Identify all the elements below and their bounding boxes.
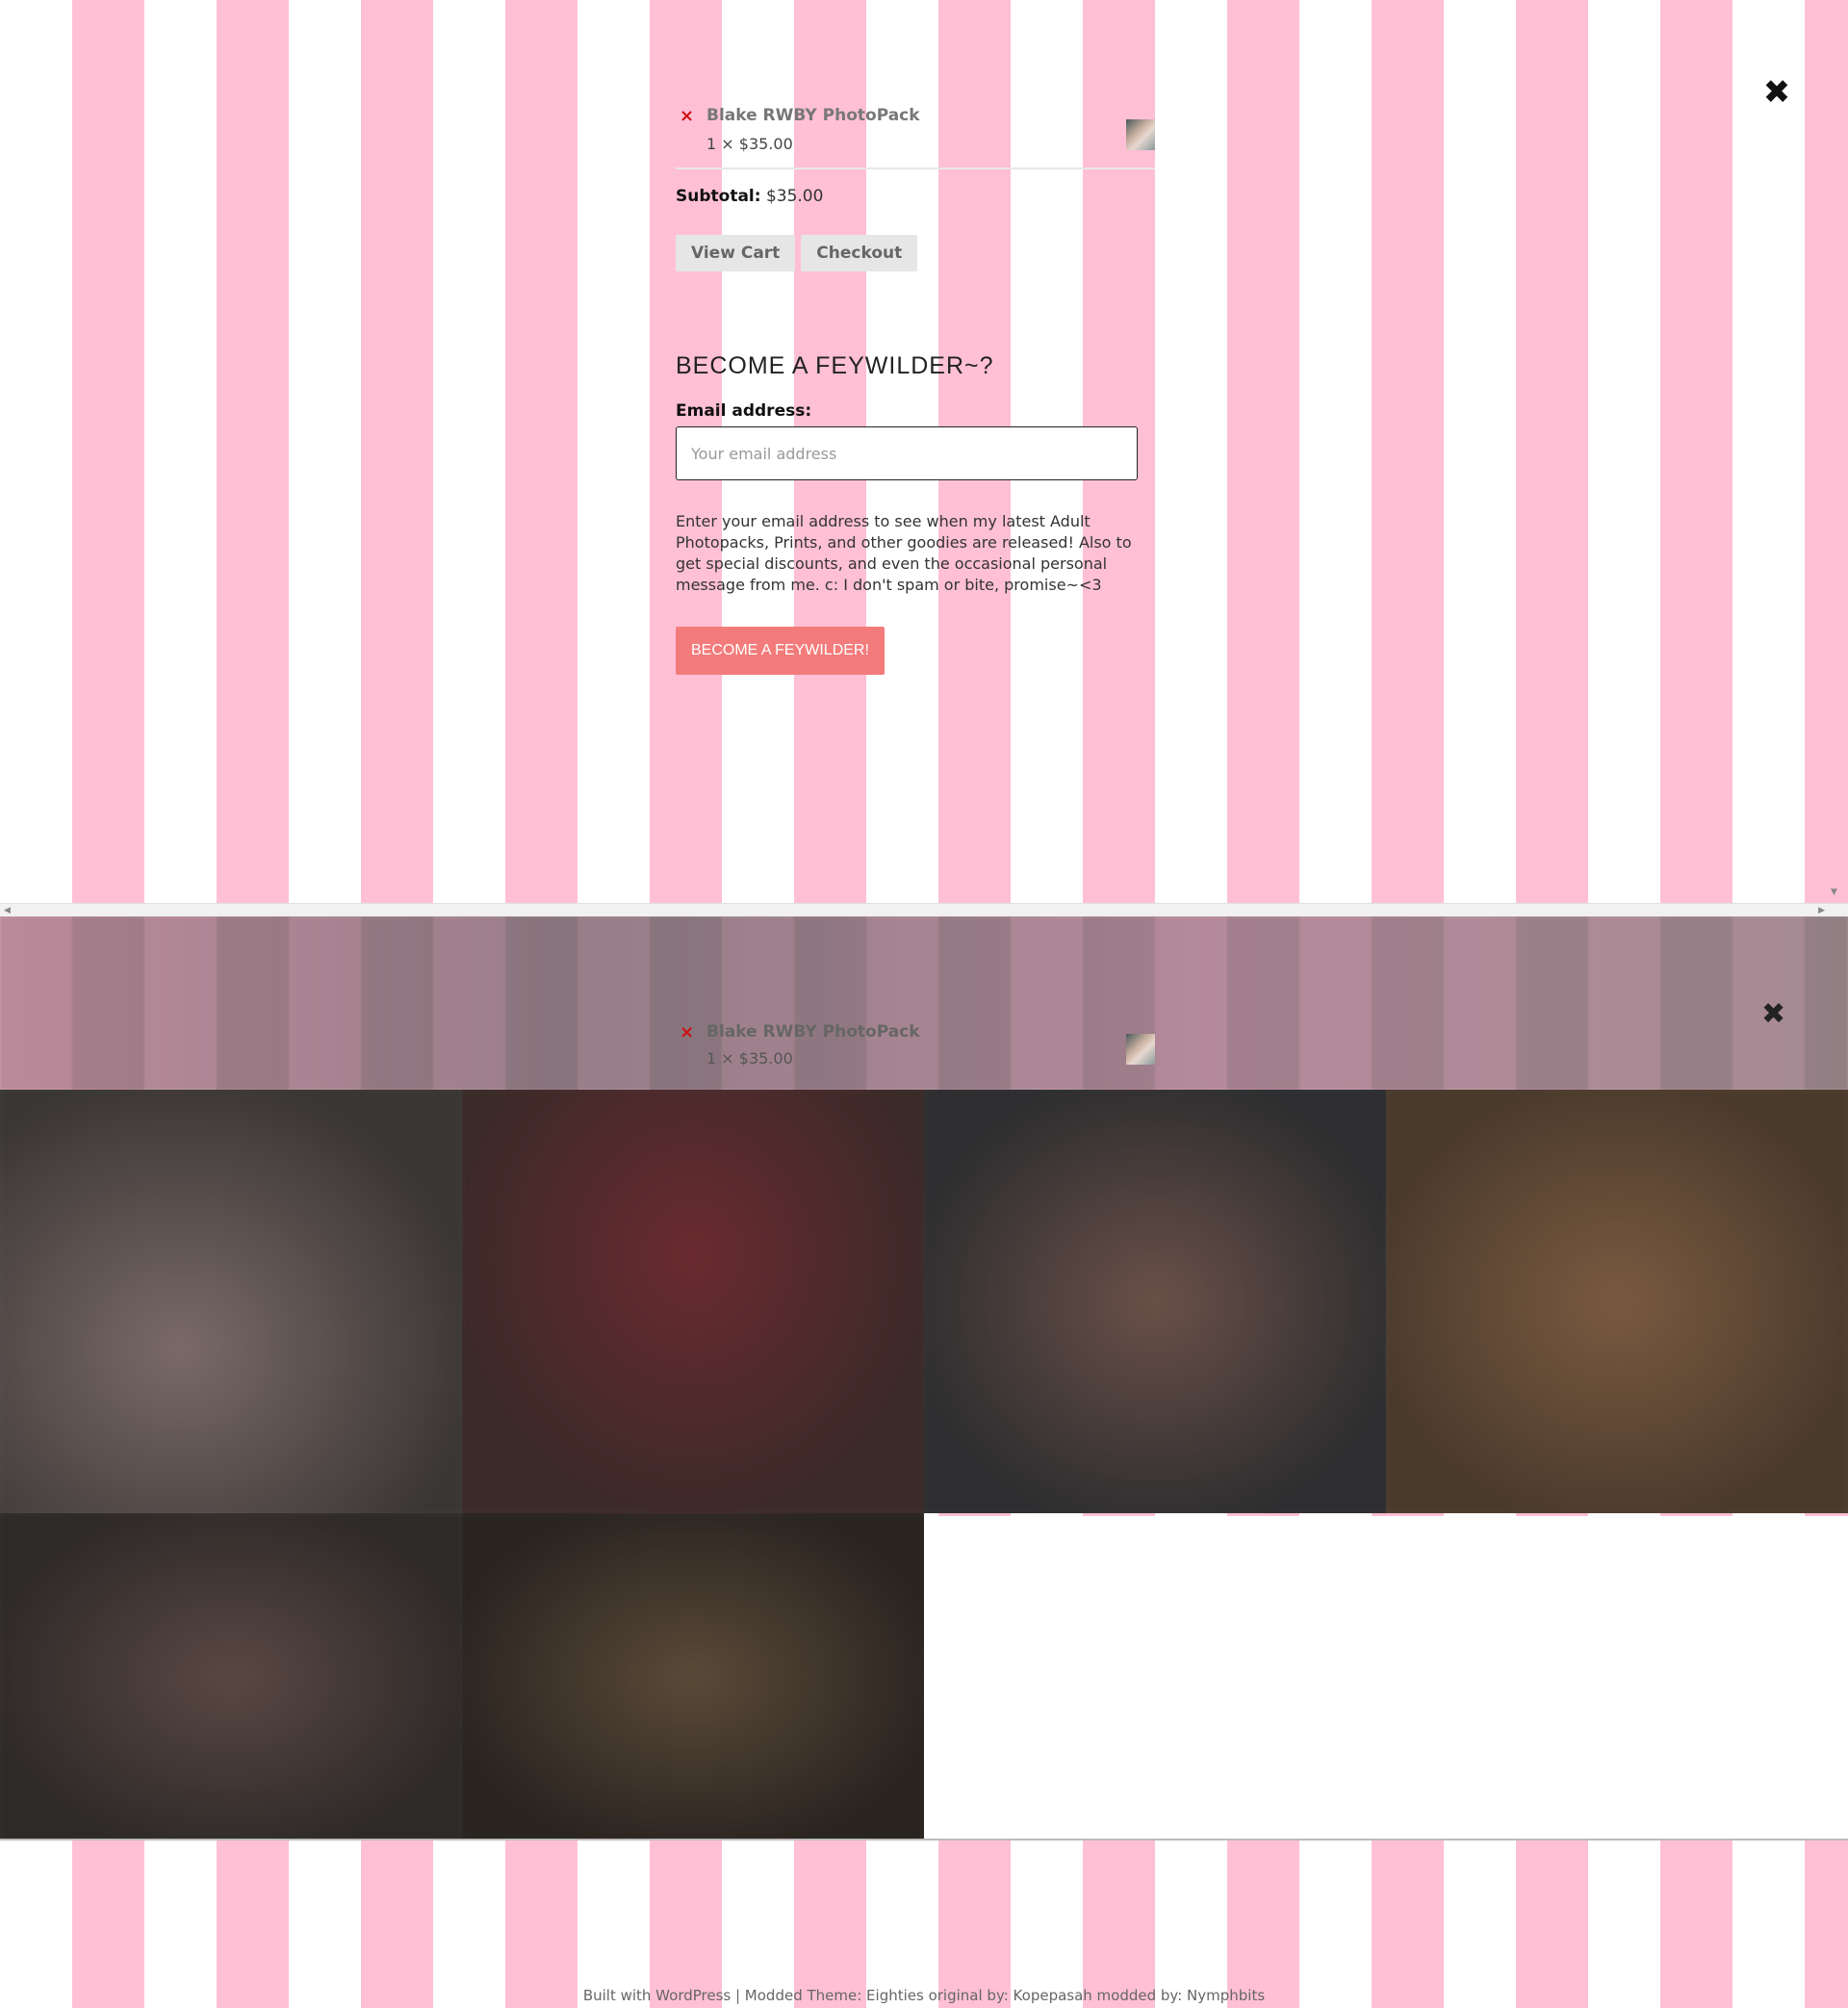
cart-item-quantity: 1 × $35.00	[706, 135, 793, 153]
close-icon[interactable]: ✖	[1761, 76, 1792, 109]
sticky-cart-item-thumbnail[interactable]	[1126, 1034, 1155, 1065]
scroll-down-icon[interactable]: ▼	[1831, 888, 1837, 897]
signup-button[interactable]: BECOME A FEYWILDER!	[676, 627, 885, 675]
subtotal-value: $35.00	[765, 187, 824, 206]
product-tile[interactable]	[1386, 1090, 1848, 1513]
horizontal-scrollbar[interactable]: ◀ ▶	[0, 903, 1848, 917]
cart-overlay-panel: ✖ × Blake RWBY PhotoPack 1 × $35.00 Subt…	[0, 0, 1848, 917]
sticky-cart-bar: × Blake RWBY PhotoPack 1 × $35.00	[0, 916, 1848, 1090]
signup-description: Enter your email address to see when my …	[676, 512, 1132, 594]
grid-empty-area	[924, 1516, 1848, 1839]
subtotal-label: Subtotal:	[676, 187, 761, 206]
cart-item: × Blake RWBY PhotoPack 1 × $35.00	[676, 104, 1155, 169]
cart-item-name[interactable]: Blake RWBY PhotoPack	[706, 106, 920, 125]
view-cart-button[interactable]: View Cart	[676, 235, 796, 271]
signup-title: BECOME A FEYWILDER~?	[676, 352, 994, 379]
email-input[interactable]	[676, 426, 1138, 480]
sticky-cart-item: × Blake RWBY PhotoPack 1 × $35.00	[676, 1022, 1155, 1076]
product-tile[interactable]	[462, 1090, 924, 1513]
product-tile[interactable]	[462, 1513, 924, 1841]
sticky-remove-item-icon[interactable]: ×	[680, 1022, 694, 1043]
scroll-left-icon[interactable]: ◀	[4, 906, 11, 915]
sticky-close-icon[interactable]: ✖	[1761, 997, 1785, 1031]
scroll-right-icon[interactable]: ▶	[1818, 906, 1825, 915]
checkout-button[interactable]: Checkout	[801, 235, 918, 271]
footer-divider	[0, 1839, 1848, 1841]
sticky-cart-item-quantity: 1 × $35.00	[706, 1049, 793, 1068]
sticky-cart-item-name[interactable]: Blake RWBY PhotoPack	[706, 1022, 920, 1042]
email-label: Email address:	[676, 401, 812, 421]
remove-item-icon[interactable]: ×	[680, 106, 694, 126]
product-tile[interactable]	[924, 1090, 1386, 1513]
product-tile[interactable]	[0, 1090, 462, 1513]
overlay-content: × Blake RWBY PhotoPack 1 × $35.00 Subtot…	[676, 104, 1155, 675]
site-footer: Built with WordPress | Modded Theme: Eig…	[582, 1987, 1266, 2004]
product-tile[interactable]	[0, 1513, 462, 1841]
cart-item-thumbnail[interactable]	[1126, 119, 1155, 150]
cart-subtotal: Subtotal: $35.00	[676, 187, 1155, 206]
cart-buttons: View Cart Checkout	[676, 235, 1155, 271]
